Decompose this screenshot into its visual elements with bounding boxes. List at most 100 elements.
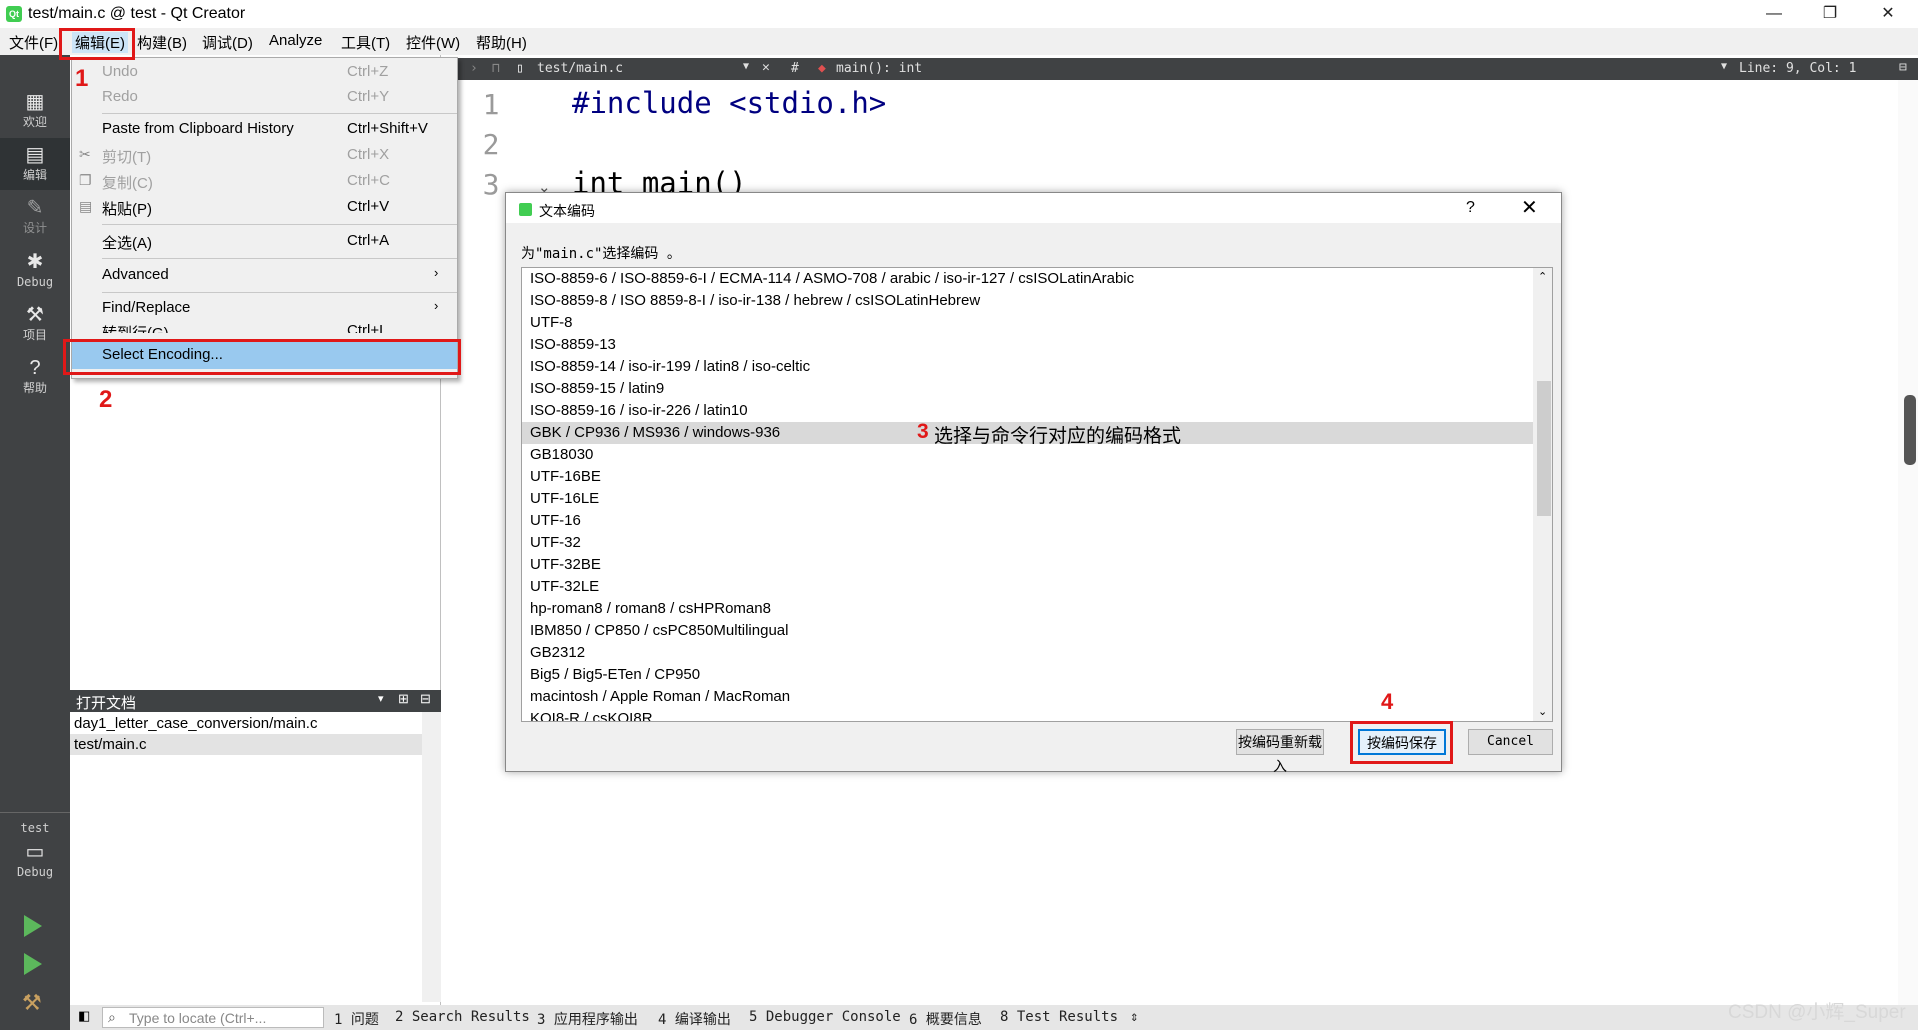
edit-menu-dropdown: Undo Ctrl+Z Redo Ctrl+Y Paste from Clipboa… [71,57,458,379]
back-icon[interactable]: › [470,61,478,76]
menu-item-cut[interactable]: ✂ 剪切(T) Ctrl+X [72,143,457,168]
encoding-list-scrollbar[interactable]: ⌃ ⌄ [1533,268,1552,721]
code-line-1[interactable]: #include <stdio.h> [572,86,886,120]
reload-with-encoding-button[interactable]: 按编码重新载入 [1236,729,1324,774]
output-tab-debugger-console[interactable]: 5 Debugger Console [749,1009,901,1025]
encoding-item[interactable]: UTF-32BE [522,554,1534,576]
menu-tools[interactable]: 工具(T) [341,32,390,53]
paste-icon: ▤ [79,198,93,214]
menu-build[interactable]: 构建(B) [137,32,187,53]
list-item[interactable]: day1_letter_case_conversion/main.c [74,715,317,732]
open-documents-scrollbar[interactable] [422,712,441,1002]
encoding-item[interactable]: ISO-8859-15 / latin9 [522,378,1534,400]
mode-sidebar: ▦ 欢迎 ▤ 编辑 ✎ 设计 ✱ Debug ⚒ 项目 ? 帮助 test ▭ … [0,55,70,1030]
mode-help[interactable]: ? 帮助 [0,351,70,403]
symbol-selector[interactable]: main(): int [836,61,922,76]
dropdown-icon[interactable]: ▾ [378,692,384,705]
dialog-help-button[interactable]: ? [1466,199,1475,217]
encoding-list-scroll-thumb[interactable] [1537,381,1551,516]
mode-edit[interactable]: ▤ 编辑 [0,138,70,190]
menu-item-redo[interactable]: Redo Ctrl+Y [72,85,457,110]
menu-item-advanced[interactable]: Advanced › [72,263,457,288]
menu-help[interactable]: 帮助(H) [476,32,527,53]
scroll-up-icon[interactable]: ⌃ [1538,270,1547,283]
encoding-item[interactable]: UTF-32 [522,532,1534,554]
encoding-item[interactable]: UTF-32LE [522,576,1534,598]
output-tab-search-results[interactable]: 2 Search Results [395,1009,530,1025]
scroll-down-icon[interactable]: ⌄ [1538,705,1547,718]
output-tab-application-output[interactable]: 3 应用程序输出 [537,1009,638,1029]
menu-analyze[interactable]: Analyze [269,32,322,49]
menu-item-goto-line[interactable]: 转到行(G)...Ctrl+L [72,319,457,333]
encoding-item[interactable]: IBM850 / CP850 / csPC850Multilingual [522,620,1534,642]
wrench-icon: ⚒ [26,304,44,326]
menu-item-copy[interactable]: ❐ 复制(C) Ctrl+C [72,169,457,194]
file-tab[interactable]: test/main.c [537,61,623,76]
output-tab-issues[interactable]: 1 问题 [334,1009,379,1029]
minimize-button[interactable]: — [1744,0,1804,28]
menu-item-paste-history[interactable]: Paste from Clipboard History Ctrl+Shift+V [72,117,457,142]
mode-design[interactable]: ✎ 设计 [0,191,70,243]
menu-item-paste[interactable]: ▤ 粘贴(P) Ctrl+V [72,195,457,220]
split-editor-icon[interactable]: ⊟ [1899,60,1907,75]
menu-item-find-replace[interactable]: Find/Replace › [72,296,457,321]
encoding-item[interactable]: ISO-8859-14 / iso-ir-199 / latin8 / iso-… [522,356,1534,378]
cursor-position[interactable]: Line: 9, Col: 1 [1739,61,1856,76]
encoding-list: ISO-8859-6 / ISO-8859-6-I / ECMA-114 / A… [521,267,1553,722]
position-dropdown-icon[interactable]: ▼ [1721,61,1727,72]
editor-scroll-thumb[interactable] [1904,395,1916,465]
menu-debug[interactable]: 调试(D) [202,32,253,53]
close-button[interactable]: ✕ [1858,0,1918,28]
output-tab-test-results[interactable]: 8 Test Results [1000,1009,1118,1025]
close-pane-icon[interactable]: ⊟ [420,691,431,707]
encoding-item[interactable]: hp-roman8 / roman8 / csHPRoman8 [522,598,1534,620]
chevron-down-icon[interactable]: ▼ [743,61,749,72]
grid-icon: ▦ [25,91,45,113]
qt-app-icon: Qt [6,6,22,22]
menu-item-undo[interactable]: Undo Ctrl+Z [72,60,457,85]
dialog-title-bar: 文本编码 ? ✕ [506,193,1561,223]
menu-widgets[interactable]: 控件(W) [406,32,460,53]
maximize-button[interactable]: ❐ [1800,0,1860,28]
build-hammer-icon[interactable]: ⚒ [22,990,42,1016]
encoding-item[interactable]: ISO-8859-6 / ISO-8859-6-I / ECMA-114 / A… [522,268,1534,290]
qt-app-icon [519,203,532,216]
editor-toolbar: › ⊓ ▯ test/main.c ▼ ✕ # ◆ main(): int ▼ … [456,58,1918,80]
output-tab-general-messages[interactable]: 6 概要信息 [909,1009,982,1029]
annotation-box-select-encoding [63,339,461,375]
cancel-button[interactable]: Cancel [1468,729,1553,755]
output-tab-compile-output[interactable]: 4 编译输出 [658,1009,731,1029]
encoding-item[interactable]: ISO-8859-16 / iso-ir-226 / latin10 [522,400,1534,422]
bug-icon: ✱ [26,251,44,273]
copy-icon: ❐ [79,172,92,188]
encoding-item[interactable]: ISO-8859-8 / ISO 8859-8-I / iso-ir-138 /… [522,290,1534,312]
run-icon[interactable] [24,915,42,937]
encoding-item[interactable]: UTF-16 [522,510,1534,532]
menu-item-select-all[interactable]: 全选(A) Ctrl+A [72,229,457,254]
title-bar: Qt test/main.c @ test - Qt Creator — ❐ ✕ [0,0,1918,28]
menu-file[interactable]: 文件(F) [9,32,58,53]
encoding-item[interactable]: UTF-16LE [522,488,1534,510]
toggle-sidebar-icon[interactable]: ◧ [78,1008,90,1024]
editor-scrollbar[interactable] [1898,80,1918,1005]
mode-projects[interactable]: ⚒ 项目 [0,298,70,350]
close-file-icon[interactable]: ✕ [762,60,770,75]
window-title: test/main.c @ test - Qt Creator [28,5,246,22]
dialog-close-button[interactable]: ✕ [1521,195,1538,220]
encoding-item[interactable]: ISO-8859-13 [522,334,1534,356]
split-icon[interactable]: ⊞ [398,691,409,707]
encoding-item[interactable]: UTF-8 [522,312,1534,334]
mode-welcome[interactable]: ▦ 欢迎 [0,85,70,137]
debug-run-icon[interactable] [24,953,42,975]
list-item[interactable]: test/main.c [74,736,147,753]
monitor-icon: ▭ [25,841,45,863]
more-tabs-icon[interactable]: ⇕ [1130,1009,1138,1025]
annotation-step-1: 1 [75,65,89,92]
target-selector[interactable]: test ▭ Debug [0,817,70,897]
locate-input[interactable]: ⌕ Type to locate (Ctrl+... [102,1007,324,1028]
pencil-icon: ✎ [26,197,44,219]
encoding-item[interactable]: UTF-16BE [522,466,1534,488]
mode-debug[interactable]: ✱ Debug [0,245,70,297]
encoding-item[interactable]: Big5 / Big5-ETen / CP950 [522,664,1534,686]
encoding-item[interactable]: GB2312 [522,642,1534,664]
